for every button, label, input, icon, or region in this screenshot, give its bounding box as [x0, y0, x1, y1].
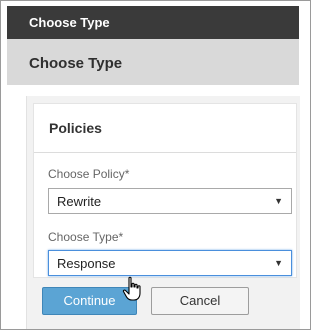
chevron-down-icon: ▼ — [274, 258, 283, 268]
choose-type-select[interactable]: Response ▼ — [48, 250, 292, 276]
choose-policy-select[interactable]: Rewrite ▼ — [48, 188, 292, 214]
choose-type-value: Response — [57, 256, 116, 271]
cancel-button[interactable]: Cancel — [151, 287, 249, 315]
card-title: Policies — [49, 120, 102, 136]
choose-policy-label: Choose Policy* — [48, 167, 130, 181]
dialog-frame: Choose Type Choose Type Policies Choose … — [0, 0, 311, 330]
choose-type-label: Choose Type* — [48, 230, 124, 244]
hand-pointer-icon — [122, 276, 141, 301]
title-bar: Choose Type — [7, 6, 299, 39]
page-title: Choose Type — [29, 55, 123, 72]
card-divider — [34, 152, 296, 153]
choose-policy-value: Rewrite — [57, 194, 102, 209]
content-panel: Policies Choose Policy* Rewrite ▼ Choose… — [26, 96, 300, 329]
window-title: Choose Type — [29, 15, 110, 30]
page-header: Choose Type — [7, 39, 299, 85]
chevron-down-icon: ▼ — [274, 196, 283, 206]
policies-card: Policies Choose Policy* Rewrite ▼ Choose… — [33, 103, 297, 278]
